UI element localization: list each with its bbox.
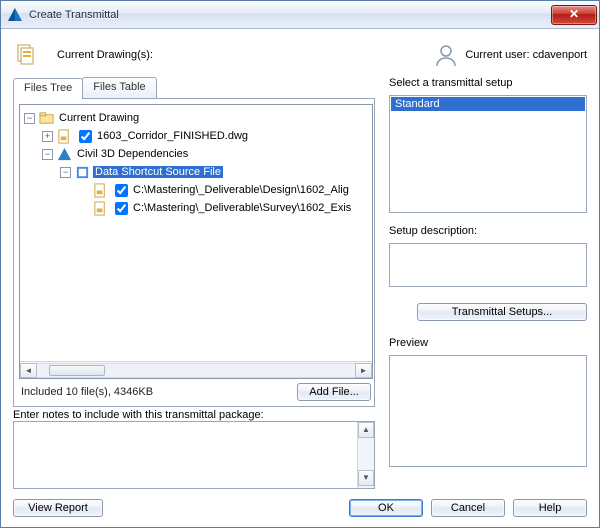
vertical-scrollbar[interactable]: ▲ ▼ (357, 422, 374, 488)
transmittal-setups-button[interactable]: Transmittal Setups... (417, 303, 587, 321)
cancel-button[interactable]: Cancel (431, 499, 505, 517)
app-icon (7, 7, 23, 23)
tree-label: Current Drawing (57, 112, 141, 124)
window-title: Create Transmittal (29, 9, 551, 21)
documents-icon (13, 42, 39, 68)
collapse-icon[interactable]: − (24, 113, 35, 124)
tree-node-file[interactable]: C:\Mastering\_Deliverable\Design\1602_Al… (78, 181, 370, 199)
tree-label: Civil 3D Dependencies (75, 148, 190, 160)
dwg-icon (57, 129, 72, 144)
collapse-icon[interactable]: − (42, 149, 53, 160)
help-button[interactable]: Help (513, 499, 587, 517)
tree-node-dwg[interactable]: + 1603_Corridor_FINISHED.dwg (42, 127, 370, 145)
preview-label: Preview (389, 337, 587, 349)
scroll-up-icon[interactable]: ▲ (358, 422, 374, 438)
civil3d-icon (57, 147, 72, 162)
current-drawings-label: Current Drawing(s): (57, 49, 153, 61)
preview-box (389, 355, 587, 467)
tree-label: C:\Mastering\_Deliverable\Design\1602_Al… (131, 184, 351, 196)
scroll-track[interactable] (37, 363, 355, 378)
scroll-left-icon[interactable]: ◄ (20, 363, 37, 378)
tree-label: C:\Mastering\_Deliverable\Survey\1602_Ex… (131, 202, 353, 214)
view-report-button[interactable]: View Report (13, 499, 103, 517)
current-user-label: Current user: cdavenport (465, 49, 587, 61)
tree-label-selected: Data Shortcut Source File (93, 166, 223, 178)
collapse-icon[interactable]: − (60, 167, 71, 178)
transmittal-setup-list[interactable]: Standard (389, 95, 587, 213)
setup-description-box (389, 243, 587, 287)
file-tabs: Files Tree Files Table (13, 77, 375, 98)
tree-label: 1603_Corridor_FINISHED.dwg (95, 130, 250, 142)
included-files-status: Included 10 file(s), 4346KB (21, 386, 297, 398)
dwg-icon (93, 183, 108, 198)
close-button[interactable]: ✕ (551, 5, 597, 25)
tree-node-deps[interactable]: − Civil 3D Dependencies (42, 145, 370, 163)
title-bar: Create Transmittal ✕ (1, 1, 599, 29)
tab-files-tree[interactable]: Files Tree (13, 78, 83, 99)
tab-files-table[interactable]: Files Table (82, 77, 156, 98)
setup-description-label: Setup description: (389, 225, 587, 237)
user-icon (433, 42, 459, 68)
tree-checkbox[interactable] (115, 202, 128, 215)
dwg-icon (93, 201, 108, 216)
files-tree[interactable]: − Current Drawing + (20, 105, 372, 361)
source-icon (75, 165, 90, 180)
tree-checkbox[interactable] (79, 130, 92, 143)
create-transmittal-dialog: Create Transmittal ✕ Current Drawing(s):… (0, 0, 600, 528)
tree-node-file[interactable]: C:\Mastering\_Deliverable\Survey\1602_Ex… (78, 199, 370, 217)
select-setup-label: Select a transmittal setup (389, 77, 587, 89)
tree-node-root[interactable]: − Current Drawing (24, 109, 370, 127)
notes-label: Enter notes to include with this transmi… (13, 409, 375, 421)
horizontal-scrollbar[interactable]: ◄ ► (20, 361, 372, 378)
folder-icon (39, 111, 54, 126)
scroll-down-icon[interactable]: ▼ (358, 470, 374, 486)
add-file-button[interactable]: Add File... (297, 383, 371, 401)
tree-checkbox[interactable] (115, 184, 128, 197)
scroll-thumb[interactable] (49, 365, 105, 376)
tree-node-source[interactable]: − Data Shortcut Source File (60, 163, 370, 181)
expand-icon[interactable]: + (42, 131, 53, 142)
ok-button[interactable]: OK (349, 499, 423, 517)
scroll-right-icon[interactable]: ► (355, 363, 372, 378)
notes-textarea[interactable]: ▲ ▼ (13, 421, 375, 489)
setup-item-standard[interactable]: Standard (391, 97, 585, 111)
